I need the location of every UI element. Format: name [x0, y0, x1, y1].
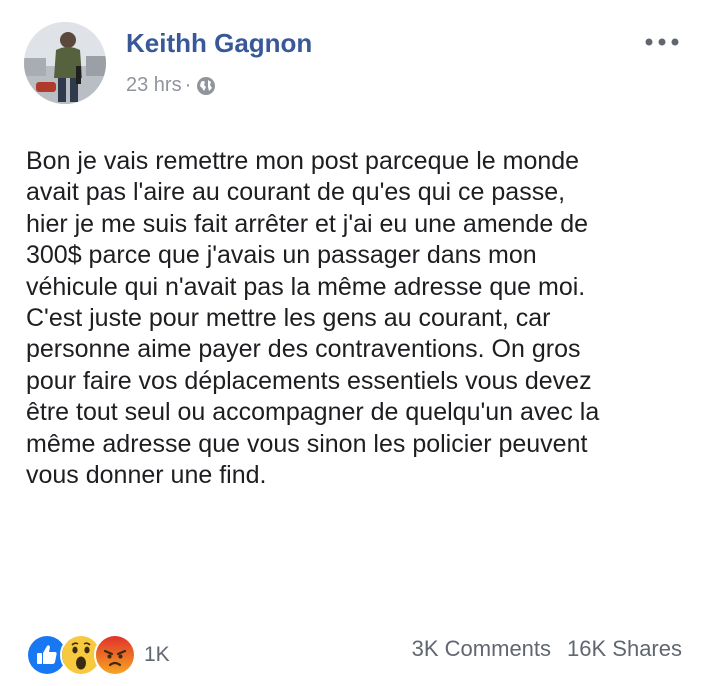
post-line: hier je me suis fait arrêter et j'ai eu …: [26, 209, 589, 238]
post-line: être tout seul ou accompagner de quelqu'…: [26, 398, 600, 427]
post-body: Bon je vais remettre mon post parceque l…: [26, 146, 686, 491]
post-line: même adresse que vous sinon les policier…: [26, 429, 588, 458]
post-line: vous donner une find.: [26, 461, 267, 490]
post-line: personne aime payer des contraventions. …: [26, 335, 581, 364]
reaction-count[interactable]: 1K: [144, 643, 170, 667]
reactions-summary[interactable]: 1K: [26, 634, 170, 676]
post-line: avait pas l'aire au courant de qu'es qui…: [26, 178, 566, 207]
meta-separator: ·: [184, 74, 192, 96]
comments-count[interactable]: 3K Comments: [412, 636, 551, 662]
post-line: C'est juste pour mettre les gens au cour…: [26, 304, 551, 333]
post-line: pour faire vos déplacements essentiels v…: [26, 366, 592, 395]
shares-count[interactable]: 16K Shares: [567, 636, 682, 662]
avatar-photo: [24, 22, 106, 104]
post-line: 300$ parce que j'avais un passager dans …: [26, 241, 537, 270]
more-options-icon[interactable]: [642, 30, 682, 54]
author-name[interactable]: Keithh Gagnon: [126, 28, 312, 59]
engagement-counts: 3K Comments 16K Shares: [412, 636, 682, 662]
angry-reaction-icon: [94, 634, 136, 676]
post-line: Bon je vais remettre mon post parceque l…: [26, 147, 580, 175]
post-meta: 23 hrs ·: [126, 74, 216, 97]
post-line: véhicule qui n'avait pas la même adresse…: [26, 272, 586, 301]
avatar[interactable]: [24, 22, 106, 104]
post-timestamp[interactable]: 23 hrs: [126, 74, 182, 97]
globe-icon[interactable]: [196, 76, 216, 96]
